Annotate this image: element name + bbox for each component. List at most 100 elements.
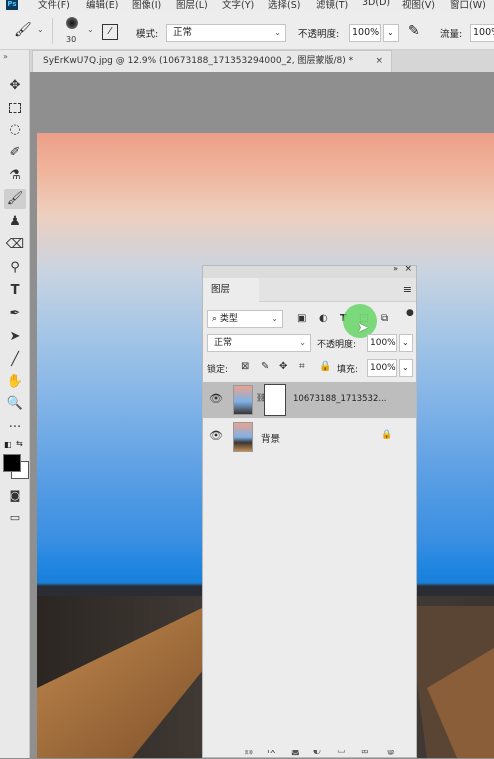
visibility-eye-icon[interactable]: 👁 [209, 429, 223, 442]
menu-type[interactable]: 文字(Y) [222, 0, 254, 11]
menu-image[interactable]: 图像(I) [132, 0, 161, 11]
filter-toggle-icon[interactable]: ● [406, 308, 414, 318]
lock-transparent-icon[interactable]: ⊠ [241, 361, 249, 372]
document-tab-title: SyErKwU7Q.jpg @ 12.9% (10673188_17135329… [43, 56, 354, 66]
lock-position-icon[interactable]: ✥ [279, 361, 287, 372]
lock-artboard-icon[interactable]: ⌗ [299, 361, 305, 372]
blend-chevron-icon: ⌄ [299, 338, 306, 347]
lock-label: 锁定: [207, 365, 229, 375]
layers-panel: » × 图层 ≡ ⌕ 类型 ⌄ ▣ ◐ T ⬚ ⧉ ● ➤ 正常 ⌄ 不透明度:… [202, 264, 417, 758]
panel-collapse-icon[interactable]: » [393, 264, 398, 273]
brush-tool-icon[interactable]: 🖌 [14, 22, 32, 38]
swap-colors-icon[interactable]: ⇆ [16, 439, 23, 448]
document-tab-bar: SyErKwU7Q.jpg @ 12.9% (10673188_17135329… [30, 50, 494, 72]
line-tool-icon[interactable]: ╱ [4, 350, 26, 370]
eyedropper-tool-icon[interactable]: ⚗ [4, 166, 26, 186]
panel-menu-icon[interactable]: ≡ [403, 283, 412, 296]
pen-tool-icon[interactable]: ✒ [4, 304, 26, 324]
new-layer-icon[interactable]: ⊞ [361, 750, 369, 756]
lock-image-icon[interactable]: ✎ [261, 361, 269, 372]
brush-tool-icon[interactable]: 🖌 [4, 189, 26, 209]
filter-row: ⌕ 类型 ⌄ ▣ ◐ T ⬚ ⧉ ● ➤ [203, 304, 416, 338]
filter-kind-select[interactable]: ⌕ 类型 ⌄ [207, 310, 283, 328]
menu-3d[interactable]: 3D(D) [362, 0, 390, 8]
quick-select-tool-icon[interactable]: ✐ [4, 143, 26, 163]
lasso-tool-icon[interactable]: ◌ [4, 120, 26, 140]
tool-preset-chevron-icon[interactable]: ⌄ [37, 25, 44, 34]
marquee-tool-icon[interactable] [4, 98, 26, 118]
tools-panel: » ✥ ◌ ✐ ⚗ 🖌 ♟ ⌫ ⚲ T ✒ ➤ ╱ ✋ 🔍 ··· ◧ ⇆ ◙ … [0, 50, 30, 758]
layer-row-selected[interactable]: 👁 ⛓ 10673188_1713532... [203, 382, 416, 418]
blend-mode-value: 正常 [214, 338, 233, 348]
panel-header: 图层 ≡ [203, 278, 416, 302]
quick-mask-icon[interactable]: ◙ [4, 486, 26, 506]
filter-adjustment-icon[interactable]: ◐ [319, 313, 328, 324]
fill-chevron[interactable]: ⌄ [399, 359, 413, 377]
layer-style-icon[interactable]: fx [267, 750, 276, 756]
menu-select[interactable]: 选择(S) [268, 0, 300, 11]
opacity-chevron-button[interactable]: ⌄ [383, 24, 399, 42]
menu-edit[interactable]: 编辑(E) [86, 0, 118, 11]
zoom-tool-icon[interactable]: 🔍 [4, 394, 26, 414]
brush-chevron-icon[interactable]: ⌄ [87, 25, 94, 34]
clone-stamp-tool-icon[interactable]: ♟ [4, 212, 26, 232]
default-colors-icon[interactable]: ◧ [4, 440, 12, 449]
tab-layers[interactable]: 图层 [203, 278, 259, 302]
panel-close-icon[interactable]: × [404, 264, 412, 274]
divider [52, 18, 53, 44]
close-tab-icon[interactable]: × [375, 51, 383, 72]
photoshop-logo: Ps [6, 0, 18, 10]
menu-file[interactable]: 文件(F) [38, 0, 70, 11]
eraser-tool-icon[interactable]: ⌫ [4, 235, 26, 255]
more-tools-icon[interactable]: ··· [4, 418, 26, 438]
options-bar: 🖌 ⌄ 30 ⌄ ⁄ 模式: 正常 ⌄ 不透明度: 100% ⌄ ✎ 流量: 1… [0, 12, 494, 50]
layer-opacity-input[interactable]: 100% [367, 334, 397, 352]
menu-bar: Ps 文件(F) 编辑(E) 图像(I) 图层(L) 文字(Y) 选择(S) 滤… [0, 0, 494, 12]
fill-input[interactable]: 100% [367, 359, 397, 377]
lock-all-icon[interactable]: 🔒 [319, 361, 331, 372]
filter-pixel-icon[interactable]: ▣ [297, 313, 306, 324]
menu-window[interactable]: 窗口(W) [450, 0, 486, 11]
fill-label: 填充: [337, 365, 359, 375]
visibility-eye-icon[interactable]: 👁 [209, 392, 223, 405]
mode-value: 正常 [173, 27, 193, 38]
mode-label: 模式: [136, 29, 159, 40]
layer-mask-thumbnail[interactable] [264, 384, 286, 416]
mode-select[interactable]: 正常 ⌄ [166, 24, 286, 42]
flow-input[interactable]: 100% [470, 24, 494, 42]
type-tool-icon[interactable]: T [4, 281, 26, 301]
link-layers-icon[interactable]: ⛓ [243, 750, 254, 756]
mode-chevron-icon: ⌄ [274, 28, 281, 37]
brush-size-label: 30 [66, 35, 77, 44]
filter-kind-value: 类型 [219, 314, 238, 324]
trash-icon[interactable]: 🗑 [385, 750, 396, 756]
menu-layer[interactable]: 图层(L) [176, 0, 208, 11]
toolbar-collapse-icon[interactable]: » [3, 52, 8, 61]
group-icon[interactable]: ▭ [337, 750, 346, 756]
blend-mode-select[interactable]: 正常 ⌄ [207, 334, 311, 352]
hand-tool-icon[interactable]: ✋ [4, 372, 26, 392]
add-mask-icon[interactable]: ◙ [291, 750, 300, 756]
opacity-value: 100% [352, 27, 380, 38]
layer-opacity-chevron[interactable]: ⌄ [399, 334, 413, 352]
adjustment-layer-icon[interactable]: ◐ [313, 750, 321, 756]
move-tool-icon[interactable]: ✥ [4, 76, 26, 96]
opacity-input[interactable]: 100% [349, 24, 381, 42]
foreground-color-swatch[interactable] [3, 454, 21, 472]
menu-filter[interactable]: 滤镜(T) [316, 0, 348, 11]
dodge-tool-icon[interactable]: ⚲ [4, 258, 26, 278]
menu-view[interactable]: 视图(V) [402, 0, 435, 11]
filter-smart-object-icon[interactable]: ⧉ [381, 313, 388, 324]
brush-preview-icon[interactable] [66, 17, 78, 29]
brush-panel-toggle-icon[interactable]: ⁄ [102, 24, 118, 40]
screen-mode-icon[interactable]: ▭ [4, 508, 26, 528]
flow-label: 流量: [440, 29, 463, 40]
blend-row: 正常 ⌄ 不透明度: 100% ⌄ [203, 334, 416, 356]
layer-row-background[interactable]: 👁 背景 🔒 [203, 419, 416, 455]
document-tab[interactable]: SyErKwU7Q.jpg @ 12.9% (10673188_17135329… [32, 50, 392, 72]
flow-value: 100% [473, 27, 494, 38]
path-select-tool-icon[interactable]: ➤ [4, 327, 26, 347]
opacity-chevron-icon: ⌄ [387, 28, 394, 37]
pressure-opacity-icon[interactable]: ✎ [408, 23, 420, 39]
filter-chevron-icon: ⌄ [271, 314, 278, 323]
